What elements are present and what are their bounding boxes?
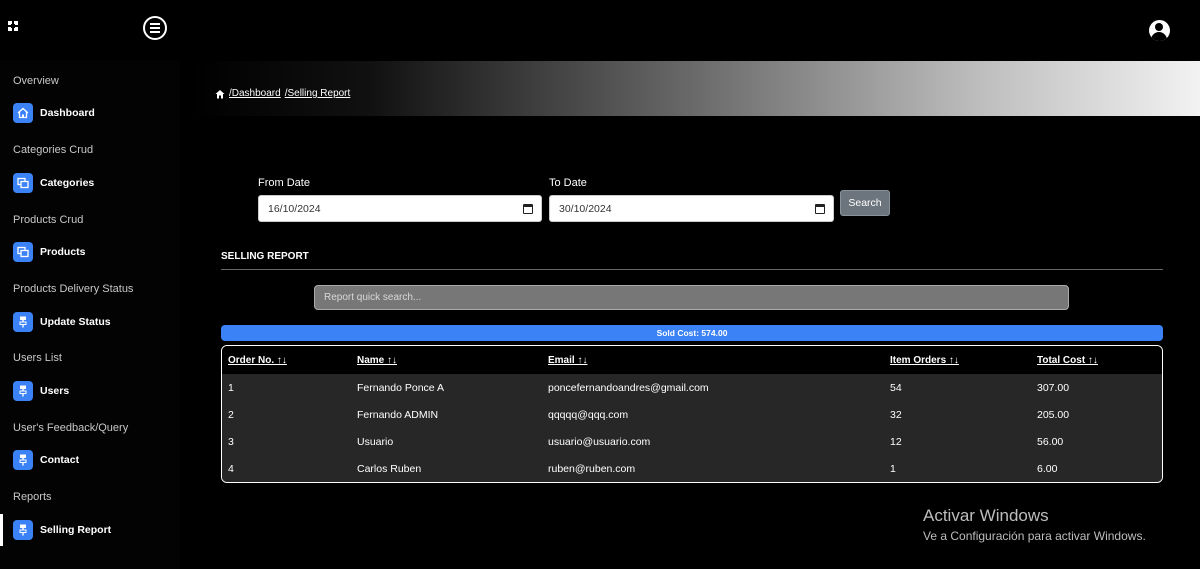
divider bbox=[221, 269, 1163, 270]
report-search-placeholder: Report quick search... bbox=[324, 292, 422, 303]
cell-total-cost: 6.00 bbox=[1037, 463, 1058, 475]
sitemap-icon bbox=[13, 381, 33, 401]
cell-item-orders: 12 bbox=[890, 436, 902, 448]
cell-total-cost: 205.00 bbox=[1037, 409, 1070, 421]
sidebar-section-overview: Overview bbox=[13, 75, 59, 87]
sidebar-section-products: Products Crud bbox=[13, 214, 84, 226]
cell-email: usuario@usuario.com bbox=[548, 436, 651, 448]
cell-name: Usuario bbox=[357, 436, 394, 448]
calendar-icon[interactable] bbox=[815, 204, 825, 214]
sidebar-item-label: Contact bbox=[40, 454, 80, 466]
cell-order-no: 1 bbox=[228, 382, 234, 394]
breadcrumb-selling-report[interactable]: /Selling Report bbox=[285, 88, 351, 99]
cell-name: Fernando ADMIN bbox=[357, 409, 439, 421]
table-body: 1 Fernando Ponce A poncefernandoandres@g… bbox=[222, 374, 1162, 482]
report-table: Order No. ↑↓ Name ↑↓ Email ↑↓ Item Order… bbox=[221, 345, 1163, 483]
report-search-input[interactable]: Report quick search... bbox=[314, 285, 1069, 310]
sidebar-item-label: Dashboard bbox=[40, 107, 95, 119]
sidebar-section-reports: Reports bbox=[13, 491, 52, 503]
home-icon[interactable] bbox=[215, 89, 225, 99]
cell-item-orders: 32 bbox=[890, 409, 902, 421]
cell-email: poncefernandoandres@gmail.com bbox=[548, 382, 709, 394]
search-button[interactable]: Search bbox=[840, 190, 890, 216]
sidebar-item-categories[interactable]: Categories bbox=[13, 172, 94, 194]
sidebar-item-label: Update Status bbox=[40, 316, 111, 328]
watermark-title: Activar Windows bbox=[923, 506, 1049, 525]
windows-activation-watermark: Activar Windows Ve a Configuración para … bbox=[923, 506, 1146, 543]
column-item-orders[interactable]: Item Orders ↑↓ bbox=[890, 355, 959, 366]
cell-email: qqqqq@qqq.com bbox=[548, 409, 629, 421]
top-bar bbox=[0, 0, 1200, 60]
table-row: 1 Fernando Ponce A poncefernandoandres@g… bbox=[222, 374, 1162, 401]
home-icon bbox=[13, 103, 33, 123]
report-title: SELLING REPORT bbox=[221, 251, 309, 262]
sitemap-icon bbox=[13, 520, 33, 540]
cell-item-orders: 54 bbox=[890, 382, 902, 394]
sidebar-section-users-list: Users List bbox=[13, 352, 62, 364]
sidebar-item-label: Products bbox=[40, 246, 86, 258]
sidebar-item-label: Selling Report bbox=[40, 524, 112, 536]
sidebar-item-products[interactable]: Products bbox=[13, 241, 86, 263]
cell-email: ruben@ruben.com bbox=[548, 463, 636, 475]
cell-total-cost: 307.00 bbox=[1037, 382, 1070, 394]
sidebar: Overview Dashboard Categories Crud Categ… bbox=[0, 60, 180, 569]
table-header: Order No. ↑↓ Name ↑↓ Email ↑↓ Item Order… bbox=[222, 346, 1162, 374]
sitemap-icon bbox=[13, 312, 33, 332]
hamburger-menu-icon[interactable] bbox=[143, 16, 167, 40]
table-row: 4 Carlos Ruben ruben@ruben.com 1 6.00 bbox=[222, 455, 1162, 482]
sidebar-item-label: Users bbox=[40, 385, 70, 397]
sold-cost-bar: Sold Cost: 574.00 bbox=[221, 325, 1163, 341]
from-date-value: 16/10/2024 bbox=[268, 202, 321, 215]
sidebar-section-delivery-status: Products Delivery Status bbox=[13, 283, 134, 295]
cell-order-no: 3 bbox=[228, 436, 234, 448]
sidebar-section-categories: Categories Crud bbox=[13, 144, 94, 156]
cell-name: Carlos Ruben bbox=[357, 463, 422, 475]
cell-name: Fernando Ponce A bbox=[357, 382, 444, 394]
sidebar-section-feedback: User's Feedback/Query bbox=[13, 422, 129, 434]
to-date-input[interactable]: 30/10/2024 bbox=[549, 195, 834, 222]
sidebar-item-selling-report[interactable]: Selling Report bbox=[13, 519, 111, 541]
user-avatar-icon[interactable] bbox=[1149, 20, 1170, 41]
column-total-cost[interactable]: Total Cost ↑↓ bbox=[1037, 355, 1098, 366]
to-date-label: To Date bbox=[549, 177, 587, 189]
table-row: 2 Fernando ADMIN qqqqq@qqq.com 32 205.00 bbox=[222, 401, 1162, 428]
column-order-no[interactable]: Order No. ↑↓ bbox=[228, 355, 287, 366]
from-date-input[interactable]: 16/10/2024 bbox=[258, 195, 542, 222]
app-logo-icon[interactable] bbox=[7, 20, 19, 32]
sidebar-item-label: Categories bbox=[40, 177, 95, 189]
sitemap-icon bbox=[13, 450, 33, 470]
table-row: 3 Usuario usuario@usuario.com 12 56.00 bbox=[222, 428, 1162, 455]
copy-icon bbox=[13, 242, 33, 262]
sidebar-item-contact[interactable]: Contact bbox=[13, 449, 79, 471]
cell-order-no: 4 bbox=[228, 463, 234, 475]
app-root: Overview Dashboard Categories Crud Categ… bbox=[0, 0, 1200, 569]
active-indicator bbox=[0, 514, 3, 546]
sidebar-item-dashboard[interactable]: Dashboard bbox=[13, 102, 95, 124]
copy-icon bbox=[13, 173, 33, 193]
cell-order-no: 2 bbox=[228, 409, 234, 421]
calendar-icon[interactable] bbox=[523, 204, 533, 214]
sidebar-item-update-status[interactable]: Update Status bbox=[13, 311, 111, 333]
breadcrumb-dashboard[interactable]: /Dashboard bbox=[229, 88, 281, 99]
watermark-subtitle: Ve a Configuración para activar Windows. bbox=[923, 529, 1146, 543]
from-date-label: From Date bbox=[258, 177, 310, 189]
breadcrumb-banner: /Dashboard /Selling Report bbox=[190, 61, 1200, 116]
column-name[interactable]: Name ↑↓ bbox=[357, 355, 397, 366]
breadcrumb: /Dashboard /Selling Report bbox=[215, 88, 354, 99]
to-date-value: 30/10/2024 bbox=[559, 202, 612, 215]
cell-total-cost: 56.00 bbox=[1037, 436, 1064, 448]
sidebar-item-users[interactable]: Users bbox=[13, 380, 69, 402]
column-email[interactable]: Email ↑↓ bbox=[548, 355, 587, 366]
sold-cost-label: Sold Cost: 574.00 bbox=[656, 328, 728, 338]
cell-item-orders: 1 bbox=[890, 463, 896, 475]
